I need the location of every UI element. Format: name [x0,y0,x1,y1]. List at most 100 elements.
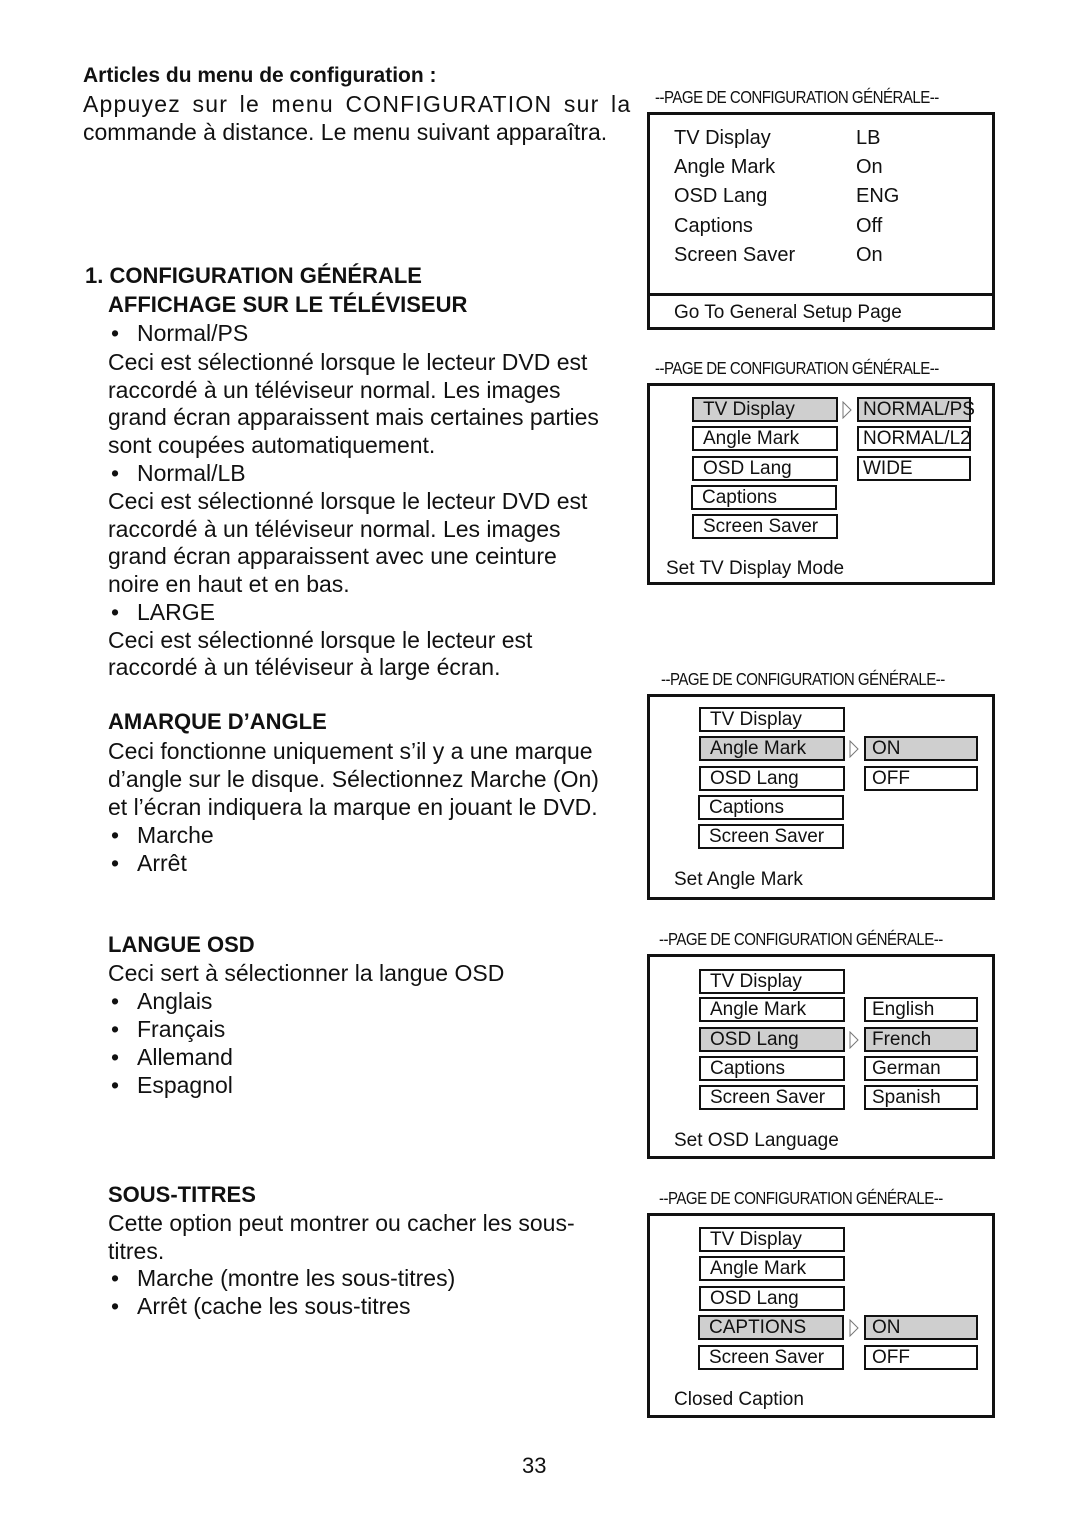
desc-large-line: Ceci est sélectionné lorsque le lecteur … [108,627,533,653]
menu-item-angle-mark[interactable]: Angle Mark [699,1256,845,1281]
menu-item-tv-display[interactable]: TV Display [699,1227,845,1252]
option-french[interactable]: French [864,1027,978,1052]
menu-title: --PAGE DE CONFIGURATION GÉNÉRALE-- [659,929,943,949]
bullet-text: Anglais [137,988,213,1014]
bullet-dot: • [111,460,120,486]
menu-caption: Set TV Display Mode [666,558,845,579]
option-english[interactable]: English [864,997,978,1022]
menu-item-osd-lang[interactable]: OSD Lang [692,456,838,481]
bullet-captions-off: • Arrêt (cache les sous-titres [111,1292,411,1320]
summary-value-screen-saver: On [856,244,883,266]
page-number: 33 [522,1453,547,1478]
menu-item-screen-saver[interactable]: Screen Saver [692,514,838,539]
summary-label-osd-lang: OSD Lang [674,185,768,207]
desc-normal-lb-line: Ceci est sélectionné lorsque le lecteur … [108,488,588,514]
menu-item-captions[interactable]: CAPTIONS [698,1315,844,1340]
menu-title: --PAGE DE CONFIGURATION GÉNÉRALE-- [661,669,945,689]
option-normal-l2[interactable]: NORMAL/L2 [857,426,971,451]
option-german[interactable]: German [864,1056,978,1081]
bullet-text: Normal/LB [137,460,246,486]
desc-angle-line: et l’écran indiquera la marque en jouant… [108,794,598,820]
bullet-angle-off: • Arrêt [111,849,187,877]
desc-normal-ps-line: grand écran apparaissent mais certaines … [108,404,599,430]
section-angle-heading: AMARQUE D’ANGLE [108,709,327,734]
bullet-text: LARGE [137,599,215,625]
option-normal-ps[interactable]: NORMAL/PS [857,397,975,422]
desc-captions-line: titres. [108,1238,165,1264]
summary-value-captions: Off [856,215,883,237]
bullet-dot: • [111,1293,120,1319]
desc-normal-lb-line: raccordé à un téléviseur normal. Les ima… [108,516,561,542]
menu-item-osd-lang[interactable]: OSD Lang [699,1027,845,1052]
bullet-dot: • [111,1016,120,1042]
section-osd-heading: LANGUE OSD [108,932,255,957]
option-wide[interactable]: WIDE [857,456,971,481]
bullet-osd-french: • Français [111,1015,225,1043]
menu-item-captions[interactable]: Captions [698,795,844,820]
menu-item-osd-lang[interactable]: OSD Lang [699,1286,845,1311]
menu-item-tv-display[interactable]: TV Display [692,397,838,422]
section-captions-heading: SOUS-TITRES [108,1182,256,1207]
menu-item-osd-lang[interactable]: OSD Lang [699,766,845,791]
menu-caption: Set Angle Mark [674,869,803,890]
summary-value-angle-mark: On [856,156,883,178]
bullet-captions-on: • Marche (montre les sous-titres) [111,1264,455,1292]
menu-screen-summary: TV Display LB Angle Mark On OSD Lang ENG… [647,112,995,330]
intro-line-2: commande à distance. Le menu suivant app… [83,119,608,145]
bullet-osd-german: • Allemand [111,1043,233,1071]
desc-normal-ps-line: raccordé à un téléviseur normal. Les ima… [108,377,561,403]
intro-line-1: Appuyez sur le menu CONFIGURATION sur la [83,91,632,117]
menu-item-tv-display[interactable]: TV Display [699,707,845,732]
menu-screen-tv-display: TV Display Angle Mark OSD Lang Captions … [647,383,995,585]
desc-angle-line: Ceci fonctionne uniquement s’il y a une … [108,738,593,764]
summary-divider [650,293,992,296]
summary-label-screen-saver: Screen Saver [674,244,796,266]
desc-captions-line: Cette option peut montrer ou cacher les … [108,1210,575,1236]
desc-normal-lb-line: noire en haut et en bas. [108,571,350,597]
menu-screen-angle-mark: TV Display Angle Mark OSD Lang Captions … [647,694,995,900]
menu-screen-captions: TV Display Angle Mark OSD Lang CAPTIONS … [647,1213,995,1418]
menu-item-angle-mark[interactable]: Angle Mark [699,997,845,1022]
bullet-text: Espagnol [137,1072,233,1098]
menu-title: --PAGE DE CONFIGURATION GÉNÉRALE-- [655,358,939,378]
bullet-text: Français [137,1016,226,1042]
menu-item-angle-mark[interactable]: Angle Mark [692,426,838,451]
bullet-dot: • [111,988,120,1014]
menu-item-screen-saver[interactable]: Screen Saver [699,1085,845,1110]
intro-heading: Articles du menu de configuration : [83,64,437,87]
bullet-text: Normal/PS [137,320,249,346]
menu-screen-osd-lang: TV Display Angle Mark OSD Lang Captions … [647,954,995,1159]
desc-normal-ps-line: sont coupées automatiquement. [108,432,436,458]
menu-item-captions[interactable]: Captions [691,485,837,510]
bullet-dot: • [111,599,120,625]
section-general-heading: 1. CONFIGURATION GÉNÉRALE [85,263,422,288]
bullet-dot: • [111,850,120,876]
option-off[interactable]: OFF [864,1345,978,1370]
summary-label-captions: Captions [674,215,753,237]
bullet-normal-lb: • Normal/LB [111,459,246,487]
option-on[interactable]: ON [864,736,978,761]
go-to-general-setup-page[interactable]: Go To General Setup Page [674,302,902,324]
option-on[interactable]: ON [864,1315,978,1340]
menu-item-screen-saver[interactable]: Screen Saver [698,1345,844,1370]
desc-large-line: raccordé à un téléviseur à large écran. [108,654,501,680]
summary-label-tv-display: TV Display [674,127,771,149]
bullet-text: Marche (montre les sous-titres) [137,1265,456,1291]
section-tv-display-heading: AFFICHAGE SUR LE TÉLÉVISEUR [108,292,468,317]
menu-title: --PAGE DE CONFIGURATION GÉNÉRALE-- [655,87,939,107]
menu-item-captions[interactable]: Captions [699,1056,845,1081]
bullet-text: Arrêt (cache les sous-titres [137,1293,411,1319]
option-off[interactable]: OFF [864,766,978,791]
bullet-angle-on: • Marche [111,821,214,849]
desc-normal-ps-line: Ceci est sélectionné lorsque le lecteur … [108,349,588,375]
option-spanish[interactable]: Spanish [864,1085,978,1110]
menu-item-angle-mark[interactable]: Angle Mark [699,736,845,761]
menu-item-screen-saver[interactable]: Screen Saver [698,824,844,849]
summary-value-tv-display: LB [856,127,881,149]
menu-item-tv-display[interactable]: TV Display [699,969,845,994]
bullet-text: Allemand [137,1044,233,1070]
bullet-text: Marche [137,822,214,848]
bullet-osd-spanish: • Espagnol [111,1071,233,1099]
summary-value-osd-lang: ENG [856,185,900,207]
bullet-large: • LARGE [111,598,215,626]
